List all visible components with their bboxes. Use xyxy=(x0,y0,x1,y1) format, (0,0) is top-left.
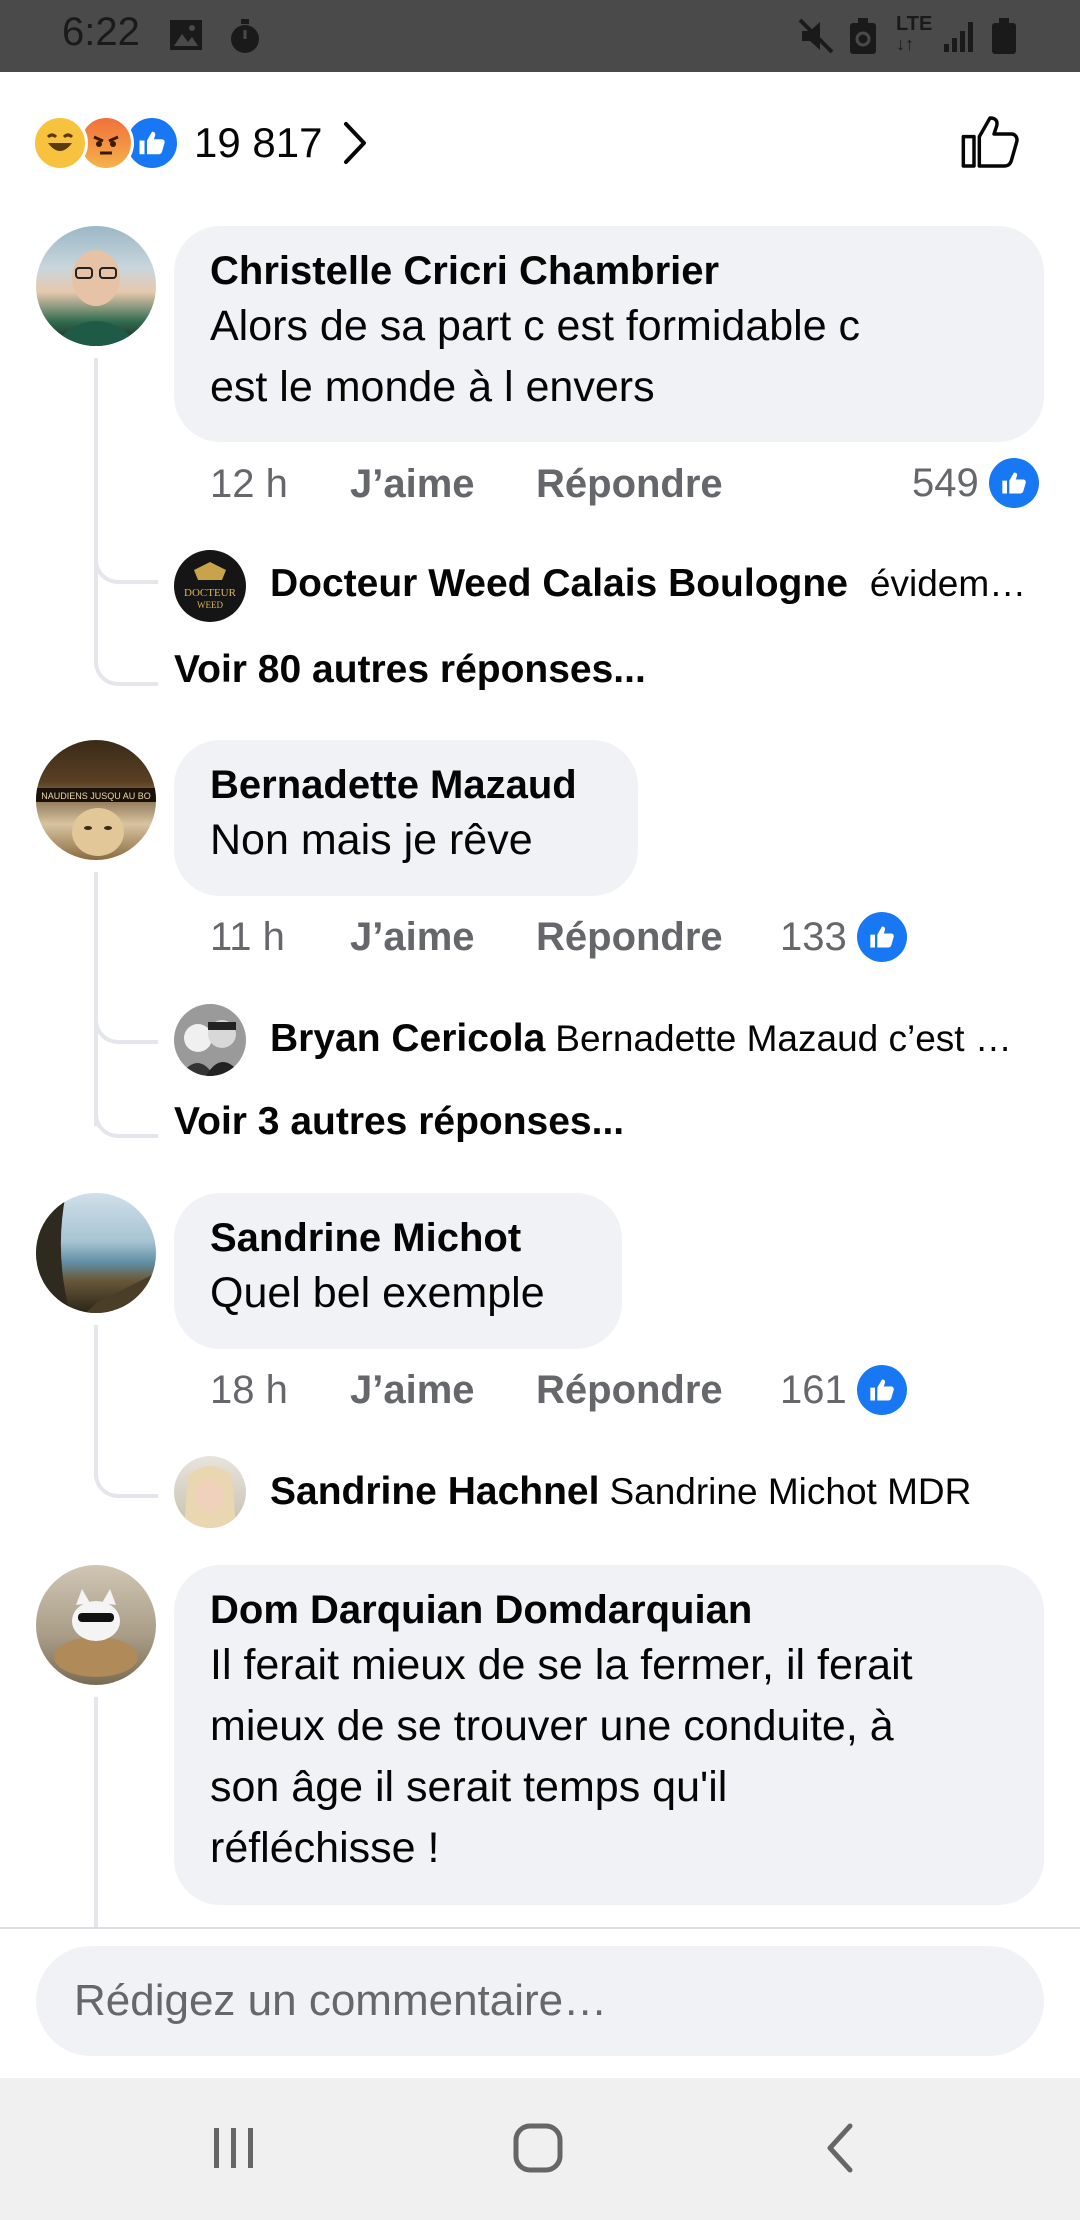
lte-icon: LTE ↓↑ xyxy=(896,13,933,54)
thread-connector xyxy=(94,600,158,686)
like-icon xyxy=(856,912,907,962)
svg-text:NAUDIENS JUSQU AU BO: NAUDIENS JUSQU AU BO xyxy=(41,791,151,801)
stopwatch-icon xyxy=(231,19,259,53)
thread-line xyxy=(94,1697,98,1927)
reply-text: Bernadette Mazaud c’est … xyxy=(555,1018,1012,1059)
thread-connector xyxy=(94,520,158,584)
reply-avatar[interactable] xyxy=(174,1004,246,1076)
reply-preview[interactable]: Bryan Cericola Bernadette Mazaud c’est … xyxy=(270,1017,1030,1061)
comment-author[interactable]: Dom Darquian Domdarquian xyxy=(210,1585,1008,1635)
haha-icon xyxy=(32,115,88,171)
status-time: 6:22 xyxy=(62,10,140,54)
avatar[interactable] xyxy=(36,1193,156,1313)
svg-text:DOCTEUR: DOCTEUR xyxy=(184,587,237,599)
recent-apps-icon[interactable] xyxy=(208,2120,260,2176)
comment-bubble[interactable]: Dom Darquian Domdarquian Il ferait mieux… xyxy=(174,1565,1044,1905)
svg-text:WEED: WEED xyxy=(197,600,223,610)
system-nav-bar xyxy=(0,2078,1080,2220)
comment-time: 18 h xyxy=(210,1368,288,1412)
reply-author[interactable]: Docteur Weed Calais Boulogne xyxy=(270,562,848,605)
home-icon[interactable] xyxy=(508,2120,568,2176)
like-count-value: 549 xyxy=(912,460,979,505)
like-post-button[interactable] xyxy=(958,110,1022,174)
like-count-value: 133 xyxy=(780,914,847,959)
comment-input[interactable]: Rédigez un commentaire… xyxy=(36,1946,1044,2056)
reply-avatar[interactable] xyxy=(174,1456,246,1528)
like-icon xyxy=(856,1365,907,1415)
comment-bubble[interactable]: Bernadette Mazaud Non mais je rêve xyxy=(174,740,638,896)
reply-preview[interactable]: Sandrine Hachnel Sandrine Michot MDR xyxy=(270,1470,1030,1514)
reply-button[interactable]: Répondre xyxy=(536,462,723,507)
comment-bubble[interactable]: Sandrine Michot Quel bel exemple xyxy=(174,1193,622,1349)
mute-icon xyxy=(798,18,834,54)
reply-preview[interactable]: Docteur Weed Calais Boulogne évidem… xyxy=(270,562,1030,606)
comment-author[interactable]: Sandrine Michot xyxy=(210,1213,586,1263)
like-count-value: 161 xyxy=(780,1367,847,1412)
comment-like-count[interactable]: 549 xyxy=(912,458,1039,508)
comment-text-line: Non mais je rêve xyxy=(210,816,533,864)
comment-text-line: réfléchisse ! xyxy=(210,1824,440,1872)
reply-text: Sandrine Michot MDR xyxy=(609,1471,972,1512)
reply-author[interactable]: Sandrine Hachnel xyxy=(270,1470,599,1513)
status-bar: 6:22 LTE ↓↑ xyxy=(0,0,1080,72)
comment-text-line: Quel bel exemple xyxy=(210,1269,545,1317)
like-comment-button[interactable]: J’aime xyxy=(350,915,475,960)
reactions-summary[interactable]: 19 817 xyxy=(32,112,370,174)
like-icon xyxy=(988,458,1039,508)
composer-divider xyxy=(0,1927,1080,1929)
avatar[interactable]: NAUDIENS JUSQU AU BO xyxy=(36,740,156,860)
thread-connector xyxy=(94,980,158,1044)
comment-like-count[interactable]: 161 xyxy=(780,1365,907,1415)
view-more-replies[interactable]: Voir 80 autres réponses... xyxy=(174,648,646,692)
thread-connector xyxy=(94,1420,158,1498)
lte-label: LTE xyxy=(896,13,933,35)
like-comment-button[interactable]: J’aime xyxy=(350,462,475,507)
comment-time: 11 h xyxy=(210,915,285,959)
reply-button[interactable]: Répondre xyxy=(536,915,723,960)
view-more-replies[interactable]: Voir 3 autres réponses... xyxy=(174,1100,624,1144)
comment-text-line: est le monde à l envers xyxy=(210,363,655,411)
like-comment-button[interactable]: J’aime xyxy=(350,1368,475,1413)
comment-author[interactable]: Bernadette Mazaud xyxy=(210,760,602,810)
chevron-right-icon[interactable] xyxy=(342,120,370,166)
back-icon[interactable] xyxy=(820,2120,860,2176)
comment-like-count[interactable]: 133 xyxy=(780,912,907,962)
reply-avatar[interactable]: DOCTEUR WEED xyxy=(174,550,246,622)
avatar[interactable] xyxy=(36,226,156,346)
comment-text-line: mieux de se trouver une conduite, à xyxy=(210,1702,894,1750)
battery-saver-icon xyxy=(850,18,876,54)
comment-author[interactable]: Christelle Cricri Chambrier xyxy=(210,246,1008,296)
reply-button[interactable]: Répondre xyxy=(536,1368,723,1413)
comment-actions: 12 h J’aime Répondre xyxy=(210,462,1010,512)
reply-text: évidem… xyxy=(869,563,1027,604)
signal-icon xyxy=(944,22,973,52)
comment-text-line: Alors de sa part c est formidable c xyxy=(210,302,861,350)
image-icon xyxy=(170,20,202,50)
comment-time: 12 h xyxy=(210,462,288,506)
avatar[interactable] xyxy=(36,1565,156,1685)
battery-icon xyxy=(992,18,1016,54)
thread-connector xyxy=(94,1060,158,1138)
reaction-count: 19 817 xyxy=(194,119,323,166)
reply-author[interactable]: Bryan Cericola xyxy=(270,1017,545,1060)
comment-bubble[interactable]: Christelle Cricri Chambrier Alors de sa … xyxy=(174,226,1044,442)
comment-text-line: son âge il serait temps qu'il xyxy=(210,1763,728,1811)
comment-text-line: Il ferait mieux de se la fermer, il fera… xyxy=(210,1641,913,1689)
